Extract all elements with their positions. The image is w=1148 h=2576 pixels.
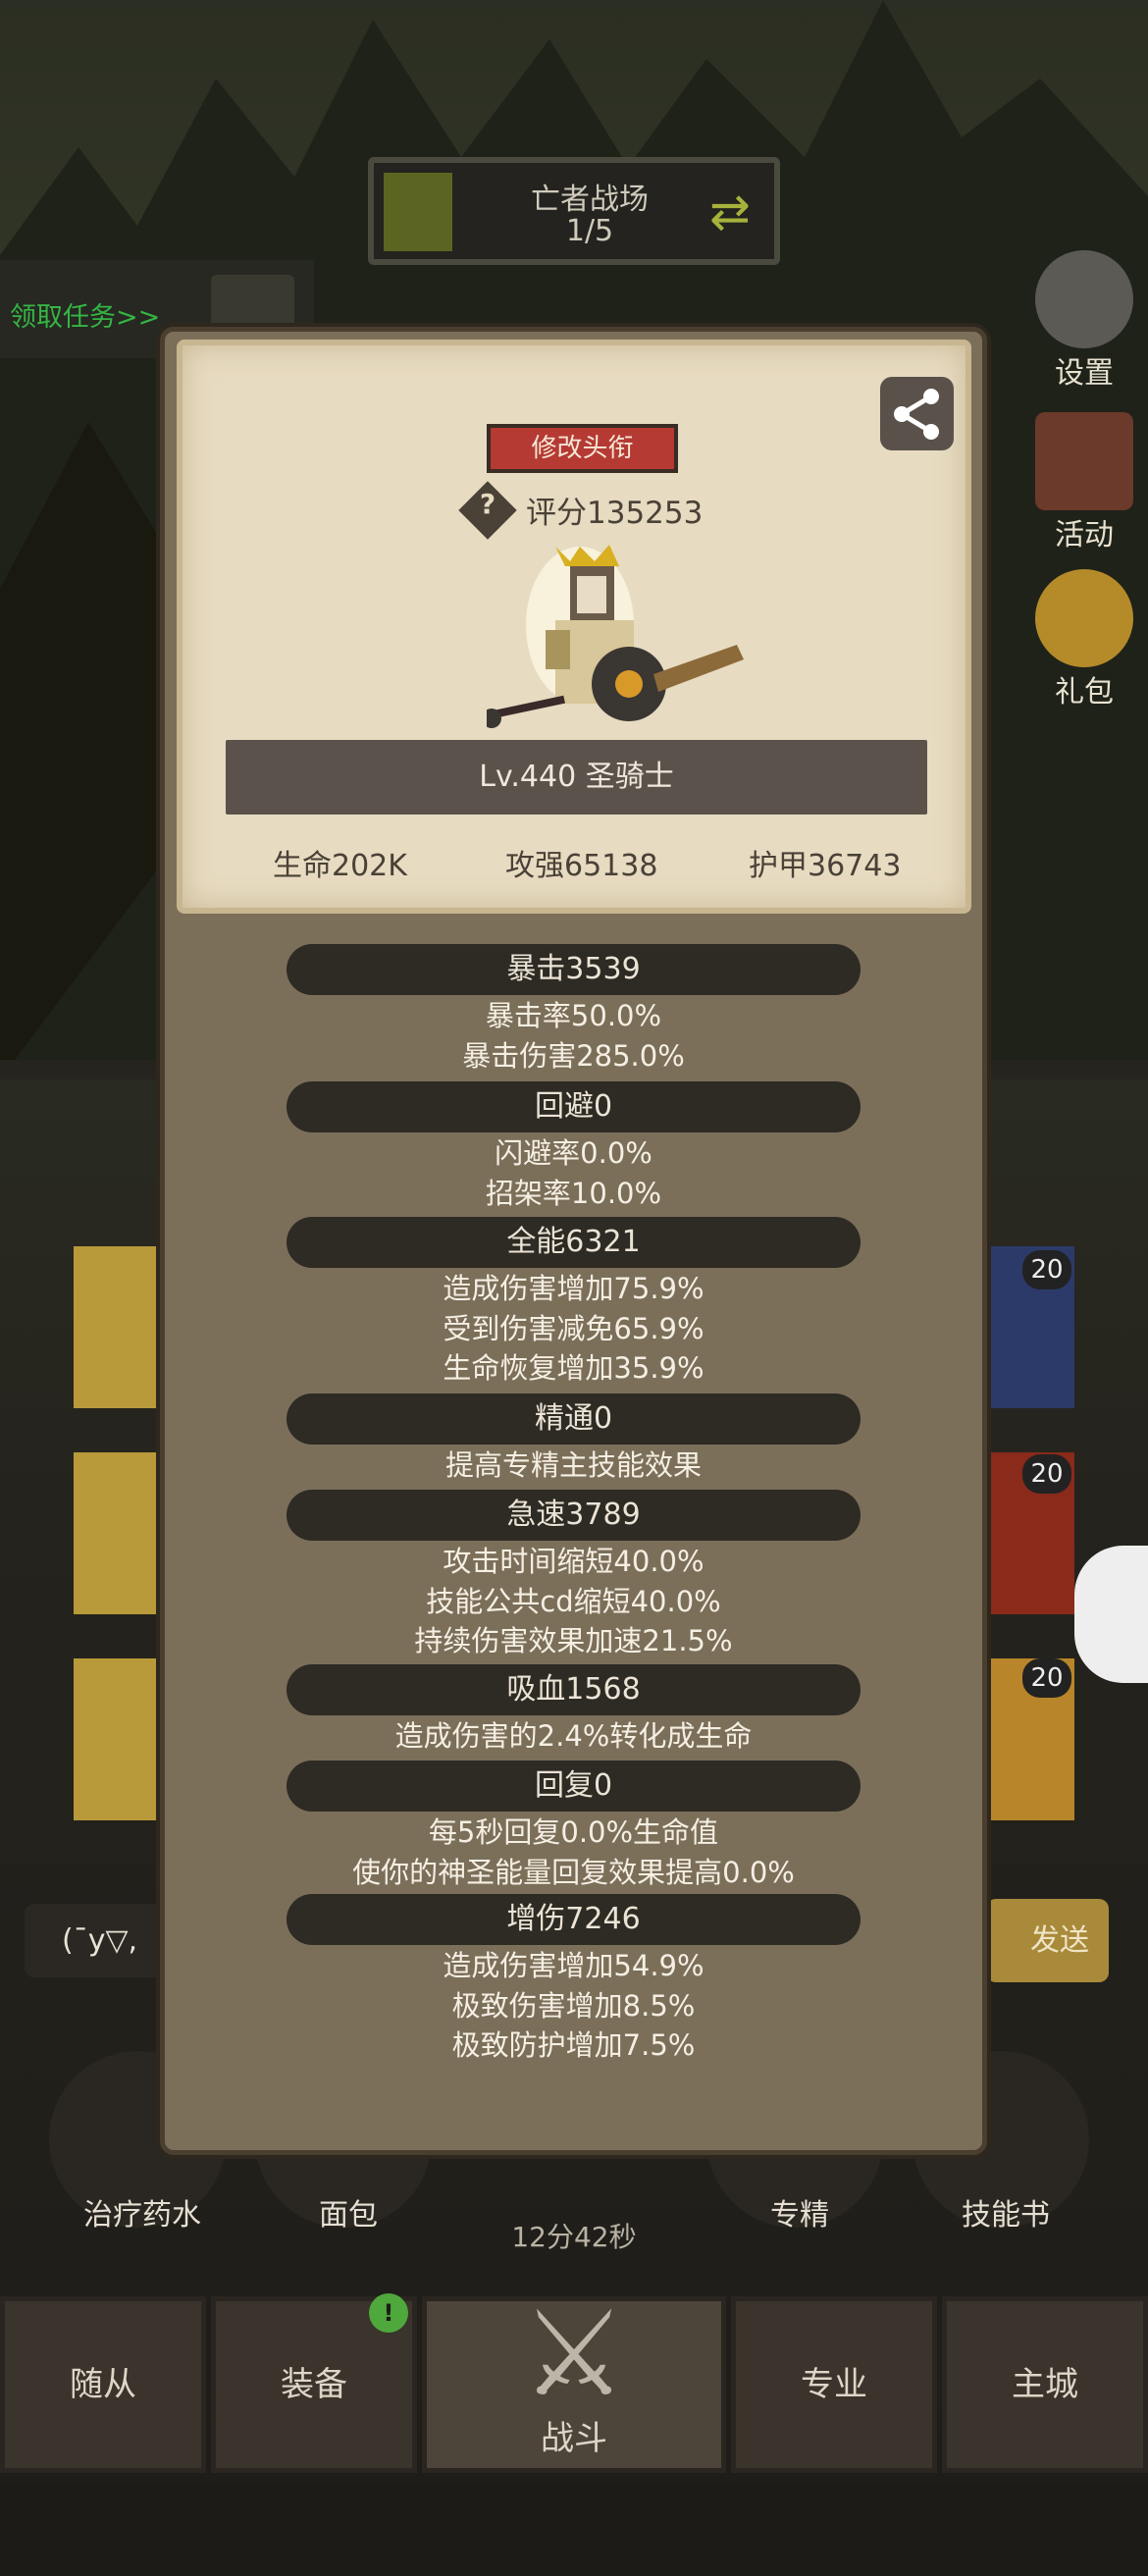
attribute-header: 吸血1568: [287, 1664, 861, 1715]
activity-button[interactable]: 活动: [1030, 412, 1138, 553]
level-class-bar: Lv.440 圣骑士: [226, 740, 927, 815]
nav-tab-followers[interactable]: 随从: [0, 2296, 206, 2473]
settings-button[interactable]: 设置: [1030, 250, 1138, 392]
attribute-header: 全能6321: [287, 1217, 861, 1268]
item-label: 治疗药水: [83, 2198, 201, 2233]
crossed-swords-icon: ⚔: [521, 2287, 627, 2423]
attribute-header: 增伤7246: [287, 1894, 861, 1945]
attribute-detail: 生命恢复增加35.9%: [443, 1351, 704, 1385]
attribute-header: 暴击3539: [287, 944, 861, 995]
slot-level: 20: [1022, 1658, 1071, 1698]
skill-slot[interactable]: [74, 1452, 167, 1614]
slot-level: 20: [1022, 1250, 1071, 1289]
battle-progress: 1/5: [565, 214, 614, 248]
activity-label: 活动: [1055, 518, 1114, 552]
attribute-detail: 极致防护增加7.5%: [451, 2028, 696, 2062]
score-value: 评分135253: [526, 496, 704, 531]
nav-tab-city[interactable]: 主城: [942, 2296, 1148, 2473]
quest-label: 领取任务>>: [10, 302, 161, 333]
share-button[interactable]: [880, 377, 954, 450]
gift-label: 礼包: [1055, 675, 1114, 710]
help-icon[interactable]: ?: [467, 488, 508, 520]
attribute-detail: 受到伤害减免65.9%: [443, 1311, 704, 1345]
item-label: 技能书: [962, 2198, 1050, 2233]
attribute-detail: 使你的神圣能量回复效果提高0.0%: [352, 1855, 795, 1889]
stage-color-swatch: [384, 173, 452, 251]
skill-slot[interactable]: [74, 1246, 167, 1408]
attribute-detail: 每5秒回复0.0%生命值: [428, 1815, 719, 1849]
attribute-detail: 造成伤害增加75.9%: [443, 1272, 704, 1305]
share-icon: [894, 389, 939, 440]
attribute-detail: 攻击时间缩短40.0%: [443, 1545, 704, 1578]
attack-power-stat: 攻强65138: [505, 849, 658, 883]
nav-tab-profession[interactable]: 专业: [731, 2296, 937, 2473]
item-label: 专精: [770, 2198, 829, 2233]
attribute-detail: 暴击伤害285.0%: [462, 1038, 685, 1073]
item-label: 面包: [319, 2198, 378, 2233]
attribute-detail: 闪避率0.0%: [495, 1136, 652, 1170]
chat-input[interactable]: (¯y▽,: [25, 1904, 172, 1977]
attribute-detail: 技能公共cd缩短40.0%: [426, 1584, 721, 1618]
battle-stage-banner[interactable]: 亡者战场 1/5 ⇄: [368, 157, 780, 265]
scroll-icon: [1035, 412, 1133, 510]
hp-stat: 生命202K: [273, 849, 407, 883]
attribute-detail: 持续伤害效果加速21.5%: [414, 1624, 733, 1657]
battle-name: 亡者战场: [531, 183, 649, 217]
attribute-detail: 造成伤害增加54.9%: [443, 1949, 704, 1982]
settings-label: 设置: [1055, 356, 1114, 391]
attribute-detail: 暴击率50.0%: [485, 999, 662, 1032]
attribute-detail: 极致伤害增加8.5%: [451, 1988, 696, 2023]
attribute-header: 回避0: [287, 1081, 861, 1132]
gift-button[interactable]: 礼包: [1030, 569, 1138, 710]
attribute-header: 精通0: [287, 1393, 861, 1445]
slot-level: 20: [1022, 1454, 1071, 1494]
attribute-detail: 造成伤害的2.4%转化成生命: [394, 1719, 753, 1753]
attribute-header: 急速3789: [287, 1490, 861, 1541]
character-card: 修改头衔 ? 评分135253 Lv.440 圣骑士 生命202K 攻强6513…: [177, 340, 971, 914]
rename-title-button[interactable]: 修改头衔: [487, 424, 678, 473]
armor-stat: 护甲36743: [749, 849, 902, 883]
refresh-icon[interactable]: ⇄: [701, 183, 759, 241]
attribute-header: 回复0: [287, 1761, 861, 1812]
skill-slot[interactable]: [74, 1658, 167, 1820]
attribute-detail: 提高专精主技能效果: [444, 1448, 702, 1482]
battle-timer: 12分42秒: [511, 2221, 637, 2253]
notification-badge: !: [369, 2293, 408, 2333]
gear-icon[interactable]: [1074, 1546, 1148, 1683]
paladin-avatar: [487, 545, 744, 728]
send-button[interactable]: 发送: [986, 1899, 1109, 1982]
attribute-detail: 招架率10.0%: [485, 1176, 662, 1210]
gift-icon: [1035, 569, 1133, 667]
gear-icon: [1035, 250, 1133, 348]
